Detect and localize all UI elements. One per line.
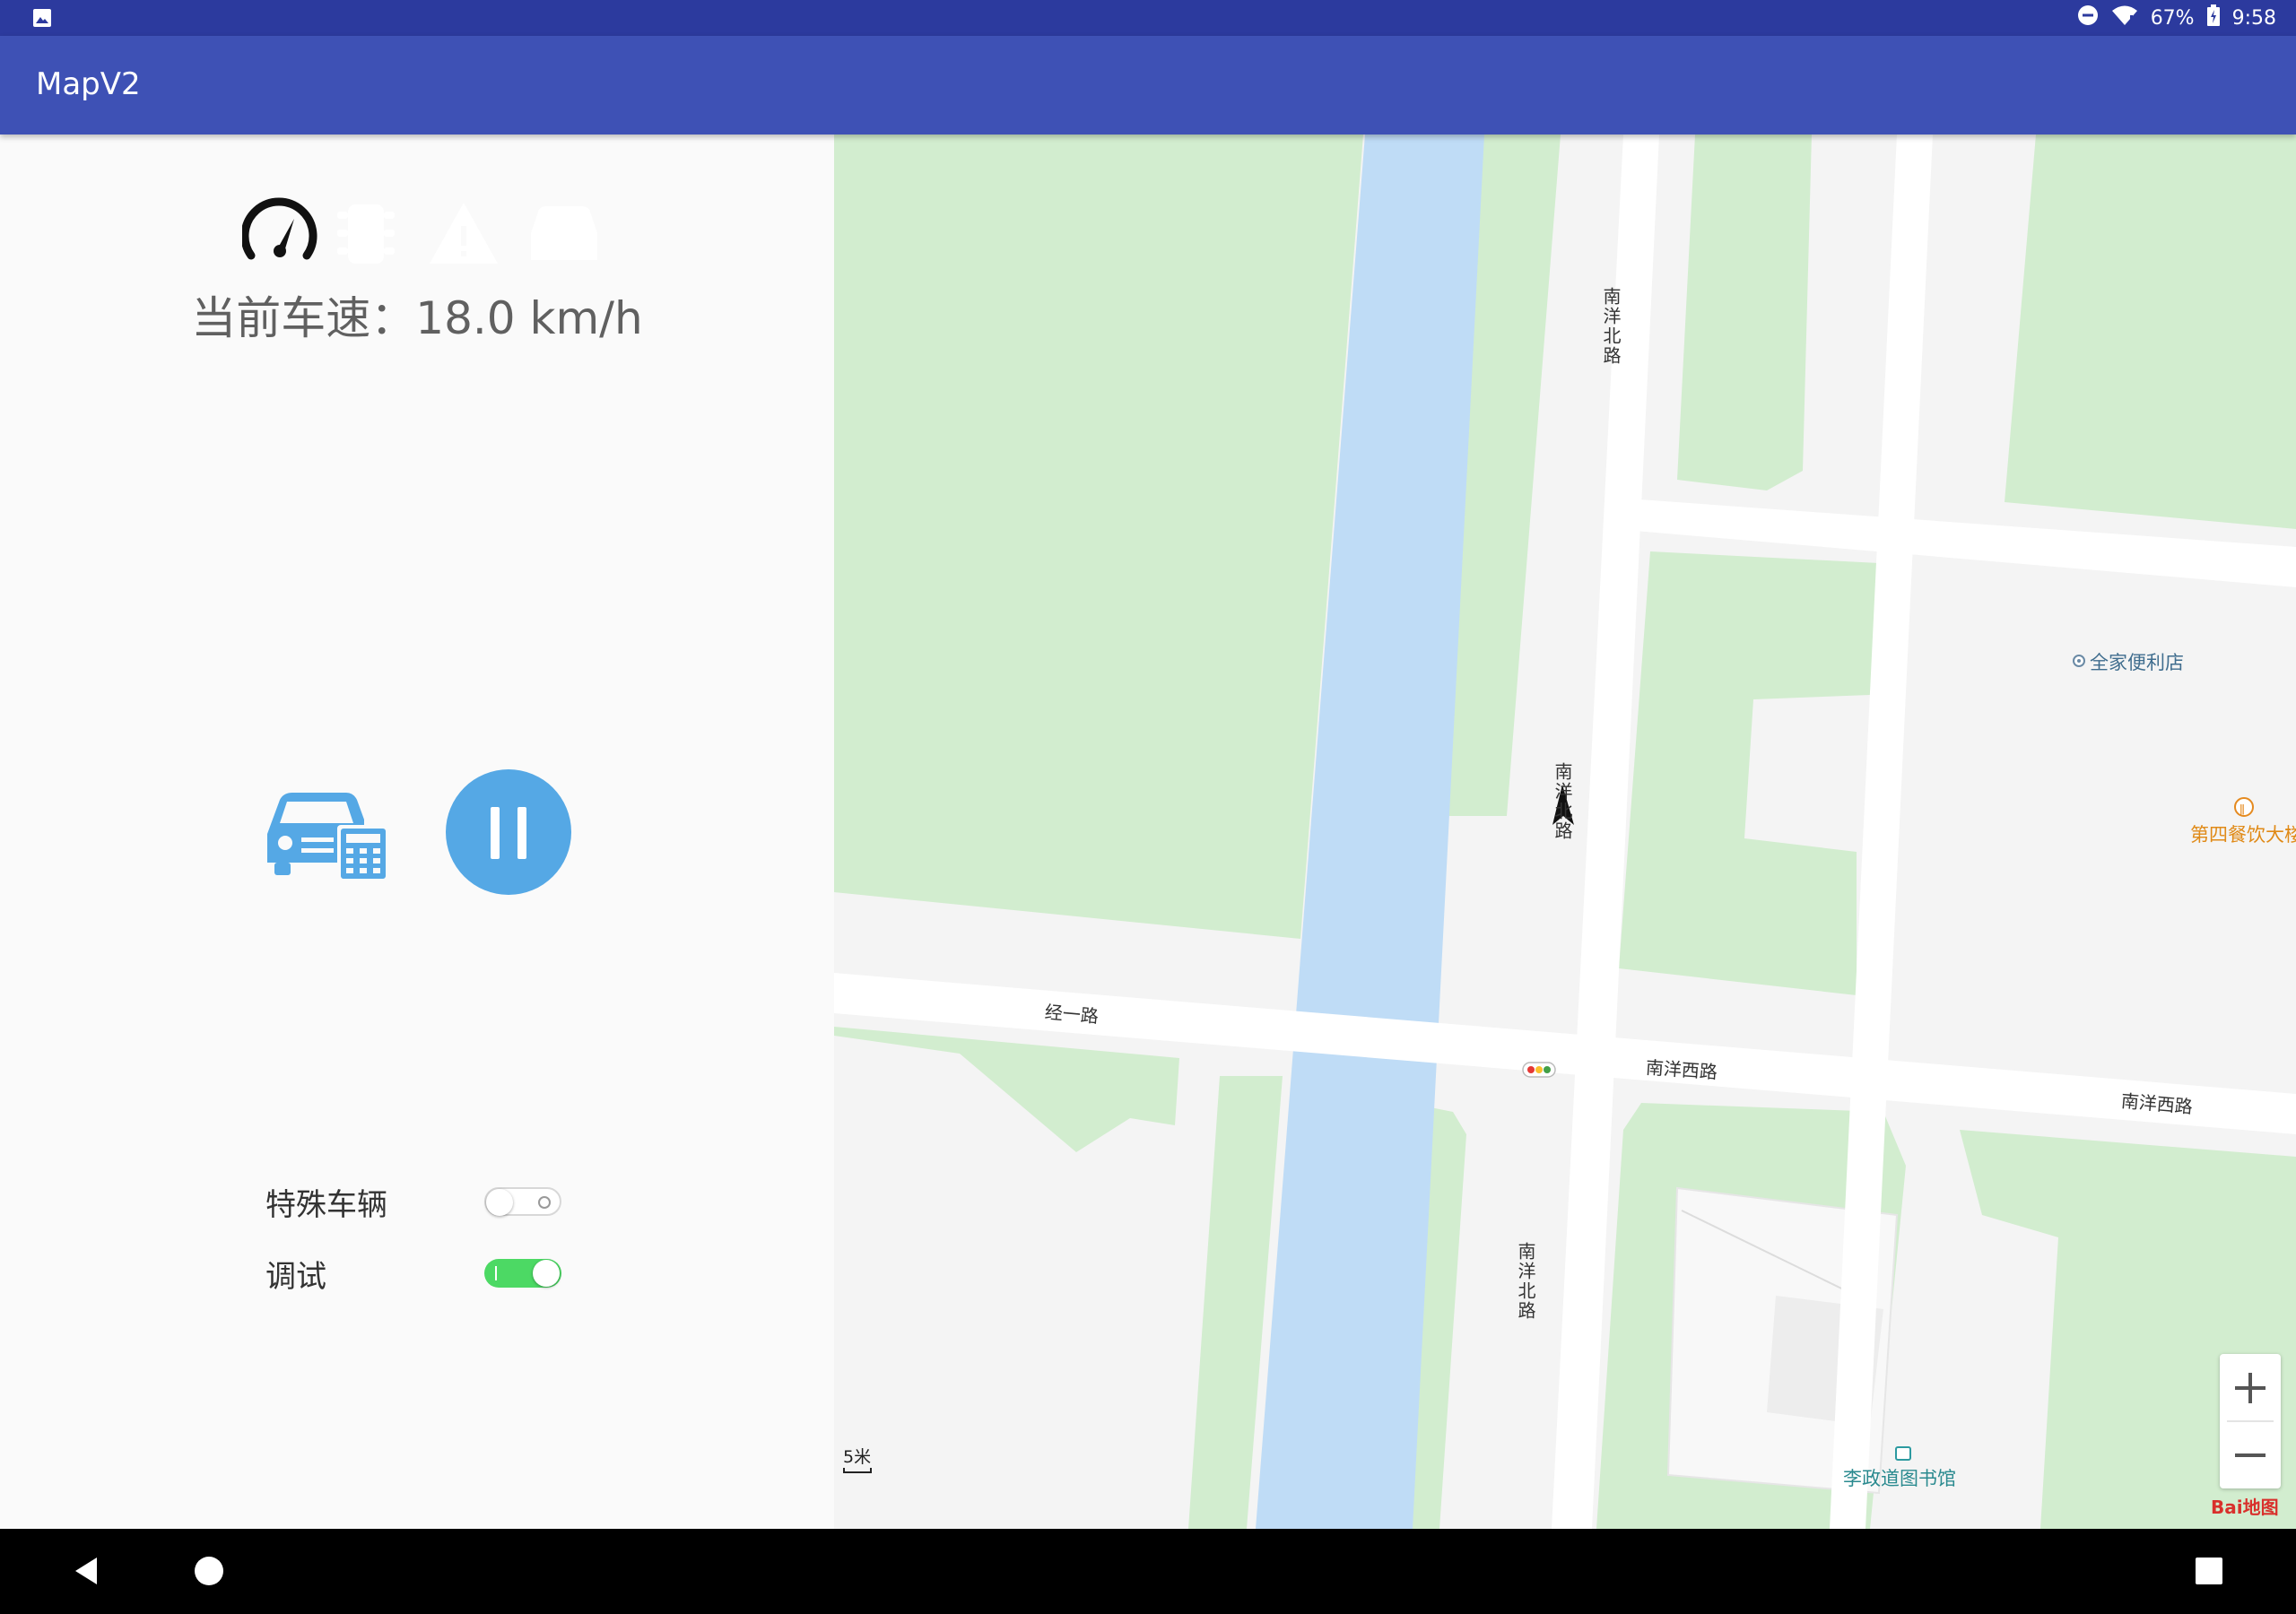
map-scale: 5米 bbox=[843, 1444, 872, 1473]
road-label-nanyang-west: 南洋西路 bbox=[1645, 1056, 1718, 1083]
current-speed-label: 当前车速：18.0 km/h bbox=[191, 292, 643, 344]
app-bar: MapV2 bbox=[0, 36, 2296, 134]
wifi-icon bbox=[2111, 4, 2138, 31]
battery-percent: 67% bbox=[2150, 6, 2195, 30]
poi-library[interactable]: 李政道图书馆 bbox=[1843, 1464, 1956, 1491]
poi-canteen[interactable]: 第四餐饮大楼 bbox=[2190, 820, 2296, 847]
home-icon bbox=[195, 1557, 223, 1585]
car-icon bbox=[531, 206, 597, 260]
control-panel: 当前车速：18.0 km/h 特殊车辆 调试 bbox=[0, 134, 834, 1529]
road-label-nanyang-north: 南洋北路 bbox=[1600, 287, 1622, 366]
zoom-controls bbox=[2220, 1354, 2281, 1488]
status-icon-row bbox=[240, 197, 601, 269]
pause-icon bbox=[491, 807, 500, 859]
recents-icon bbox=[2196, 1558, 2222, 1584]
baidu-map-logo: Bai地图 bbox=[2211, 1497, 2279, 1518]
navigation-bar bbox=[0, 1529, 2296, 1614]
vehicle-calculator-button[interactable] bbox=[260, 780, 395, 888]
pause-button[interactable] bbox=[446, 769, 571, 895]
image-notification-icon bbox=[32, 8, 52, 31]
recents-button[interactable] bbox=[2187, 1549, 2231, 1593]
library-poi-icon bbox=[1895, 1446, 1911, 1461]
vehicle-calculator-icon bbox=[267, 793, 389, 882]
traffic-light-icon bbox=[337, 204, 395, 264]
special-vehicle-label: 特殊车辆 bbox=[265, 1187, 387, 1223]
speedometer-icon bbox=[240, 197, 317, 260]
road-label-nanyang-north: 南洋北路 bbox=[1515, 1242, 1536, 1321]
do-not-disturb-icon bbox=[2077, 4, 2099, 31]
clock: 9:58 bbox=[2231, 6, 2276, 30]
pause-icon bbox=[517, 807, 526, 859]
traffic-signal-marker bbox=[1522, 1062, 1556, 1078]
road-label-nanyang-north: 南洋北路 bbox=[1552, 762, 1573, 841]
minus-icon bbox=[2235, 1453, 2266, 1457]
zoom-out-button[interactable] bbox=[2220, 1421, 2281, 1488]
debug-setting: 调试 bbox=[265, 1245, 570, 1298]
back-button[interactable] bbox=[65, 1549, 109, 1593]
app-title: MapV2 bbox=[36, 66, 141, 102]
home-button[interactable] bbox=[187, 1549, 231, 1593]
battery-charging-icon bbox=[2206, 4, 2220, 31]
map-view[interactable]: ǁ 南洋北路 南洋北路 南洋北路 经一路 南洋西路 南洋西路 全家便利店 第四餐… bbox=[834, 134, 2296, 1529]
map-scale-label: 5米 bbox=[843, 1447, 872, 1467]
poi-family-mart[interactable]: 全家便利店 bbox=[2090, 648, 2184, 675]
road-label-jingyi: 经一路 bbox=[1043, 1001, 1100, 1028]
status-bar: 67% 9:58 bbox=[0, 0, 2296, 36]
svg-text:ǁ: ǁ bbox=[2239, 803, 2245, 815]
warning-icon bbox=[430, 203, 498, 264]
special-vehicle-setting: 特殊车辆 bbox=[265, 1173, 570, 1227]
special-vehicle-toggle[interactable] bbox=[484, 1187, 561, 1216]
zoom-in-button[interactable] bbox=[2220, 1354, 2281, 1421]
debug-toggle[interactable] bbox=[484, 1259, 561, 1288]
back-icon bbox=[75, 1558, 97, 1584]
debug-label: 调试 bbox=[265, 1259, 326, 1295]
